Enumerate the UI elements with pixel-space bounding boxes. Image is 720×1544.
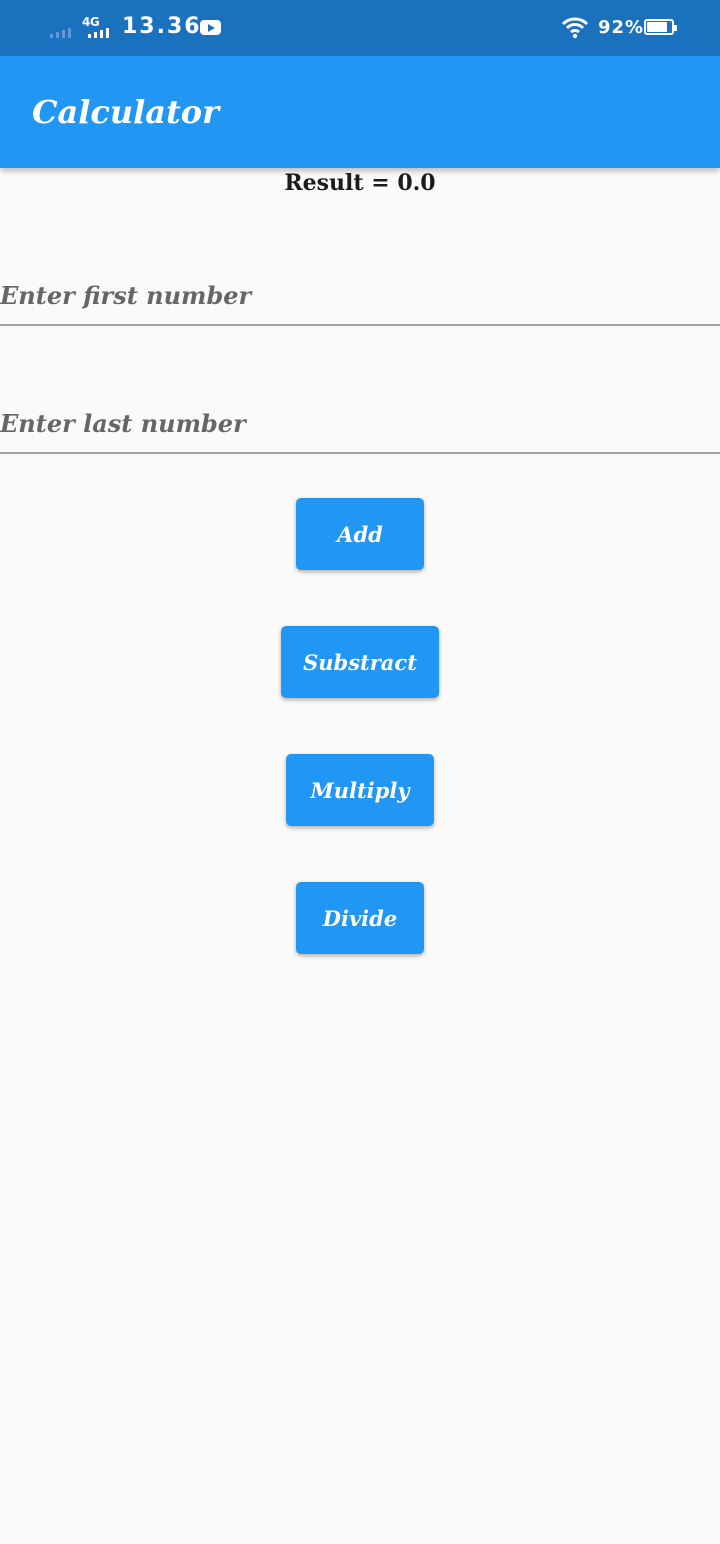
subtract-button[interactable]: Substract [281, 626, 439, 698]
signal-strength-icon [50, 26, 71, 38]
result-label: Result [284, 170, 364, 196]
first-number-input[interactable] [0, 266, 720, 326]
divide-button[interactable]: Divide [296, 882, 424, 954]
battery-icon [644, 19, 677, 35]
youtube-icon [200, 20, 221, 35]
result-separator: = [363, 170, 398, 196]
multiply-button[interactable]: Multiply [286, 754, 434, 826]
result-value: 0.0 [397, 170, 436, 196]
wifi-icon [562, 17, 588, 39]
mobile-signal-icon [88, 26, 109, 38]
add-button[interactable]: Add [296, 498, 424, 570]
last-number-input[interactable] [0, 394, 720, 454]
battery-percent: 92% [598, 17, 645, 38]
result-display: Result = 0.0 [0, 168, 720, 200]
battery-fill [647, 22, 668, 32]
app-title: Calculator [32, 93, 219, 131]
app-bar: Calculator [0, 56, 720, 168]
status-bar: 4G 13.36 92% [0, 0, 720, 56]
status-time: 13.36 [122, 14, 202, 39]
